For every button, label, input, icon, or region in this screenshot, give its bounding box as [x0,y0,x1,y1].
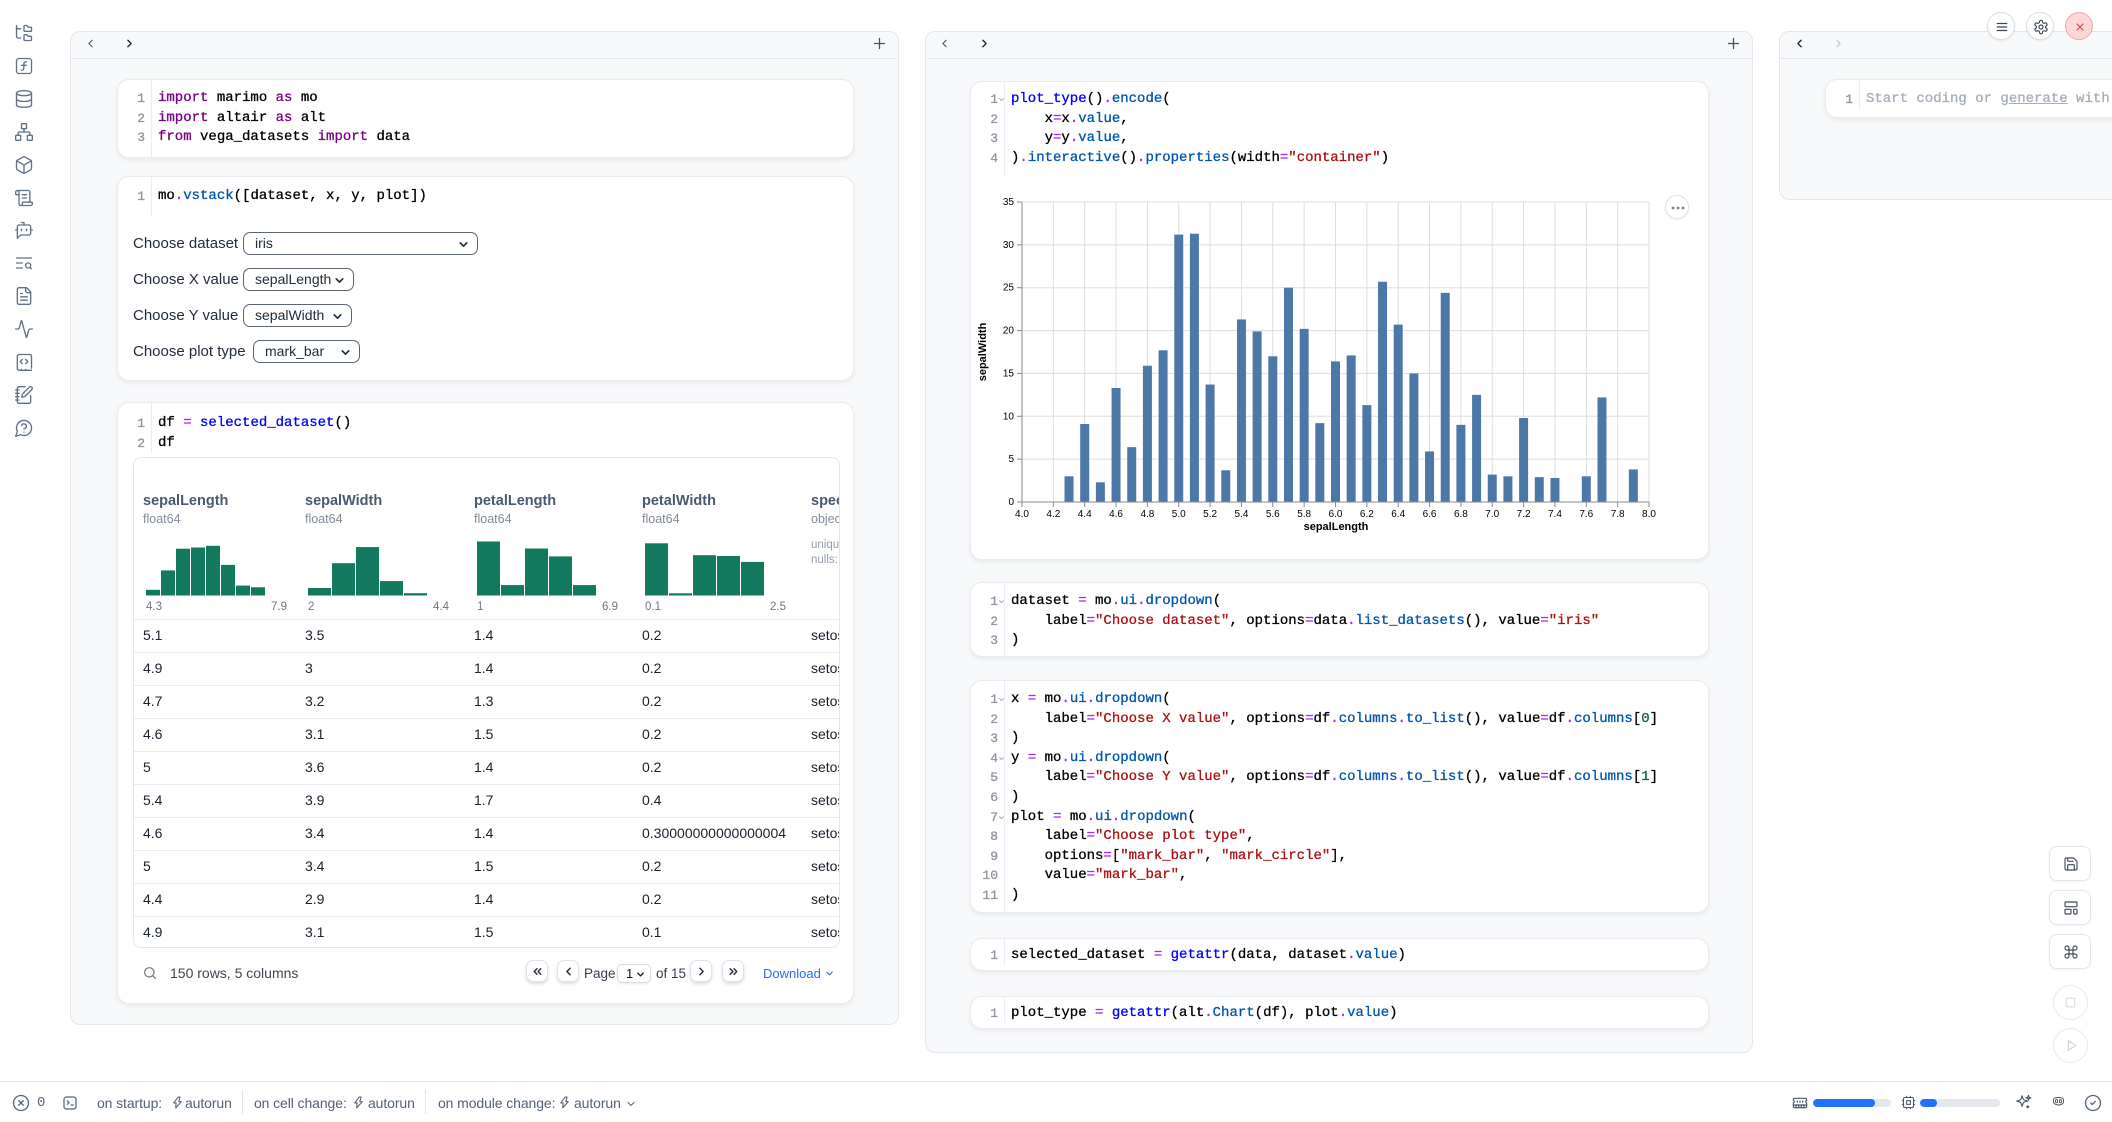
svg-text:6.8: 6.8 [1454,509,1468,520]
svg-text:35: 35 [1003,197,1015,208]
svg-text:0: 0 [1008,497,1014,508]
svg-text:6.2: 6.2 [1360,509,1374,520]
svg-text:sepalLength: sepalLength [1304,521,1369,533]
svg-text:10: 10 [1003,411,1015,422]
svg-text:6.4: 6.4 [1391,509,1405,520]
svg-text:4.8: 4.8 [1140,509,1154,520]
svg-text:7.4: 7.4 [1548,509,1562,520]
svg-text:7.2: 7.2 [1517,509,1531,520]
svg-text:6.0: 6.0 [1329,509,1343,520]
svg-text:6.6: 6.6 [1423,509,1437,520]
svg-text:20: 20 [1003,326,1015,337]
svg-text:4.0: 4.0 [1015,509,1029,520]
svg-text:4.2: 4.2 [1046,509,1060,520]
svg-text:4.4: 4.4 [1078,509,1092,520]
svg-text:8.0: 8.0 [1642,509,1656,520]
svg-text:15: 15 [1003,368,1015,379]
svg-text:5.2: 5.2 [1203,509,1217,520]
svg-text:5.0: 5.0 [1172,509,1186,520]
svg-text:5.8: 5.8 [1297,509,1311,520]
svg-text:5.6: 5.6 [1266,509,1280,520]
svg-text:30: 30 [1003,240,1015,251]
svg-text:7.6: 7.6 [1579,509,1593,520]
svg-text:7.8: 7.8 [1611,509,1625,520]
svg-text:25: 25 [1003,283,1015,294]
svg-text:5: 5 [1008,454,1014,465]
svg-text:5.4: 5.4 [1234,509,1248,520]
svg-text:7.0: 7.0 [1485,509,1499,520]
svg-text:4.6: 4.6 [1109,509,1123,520]
svg-text:sepalWidth: sepalWidth [977,322,989,381]
